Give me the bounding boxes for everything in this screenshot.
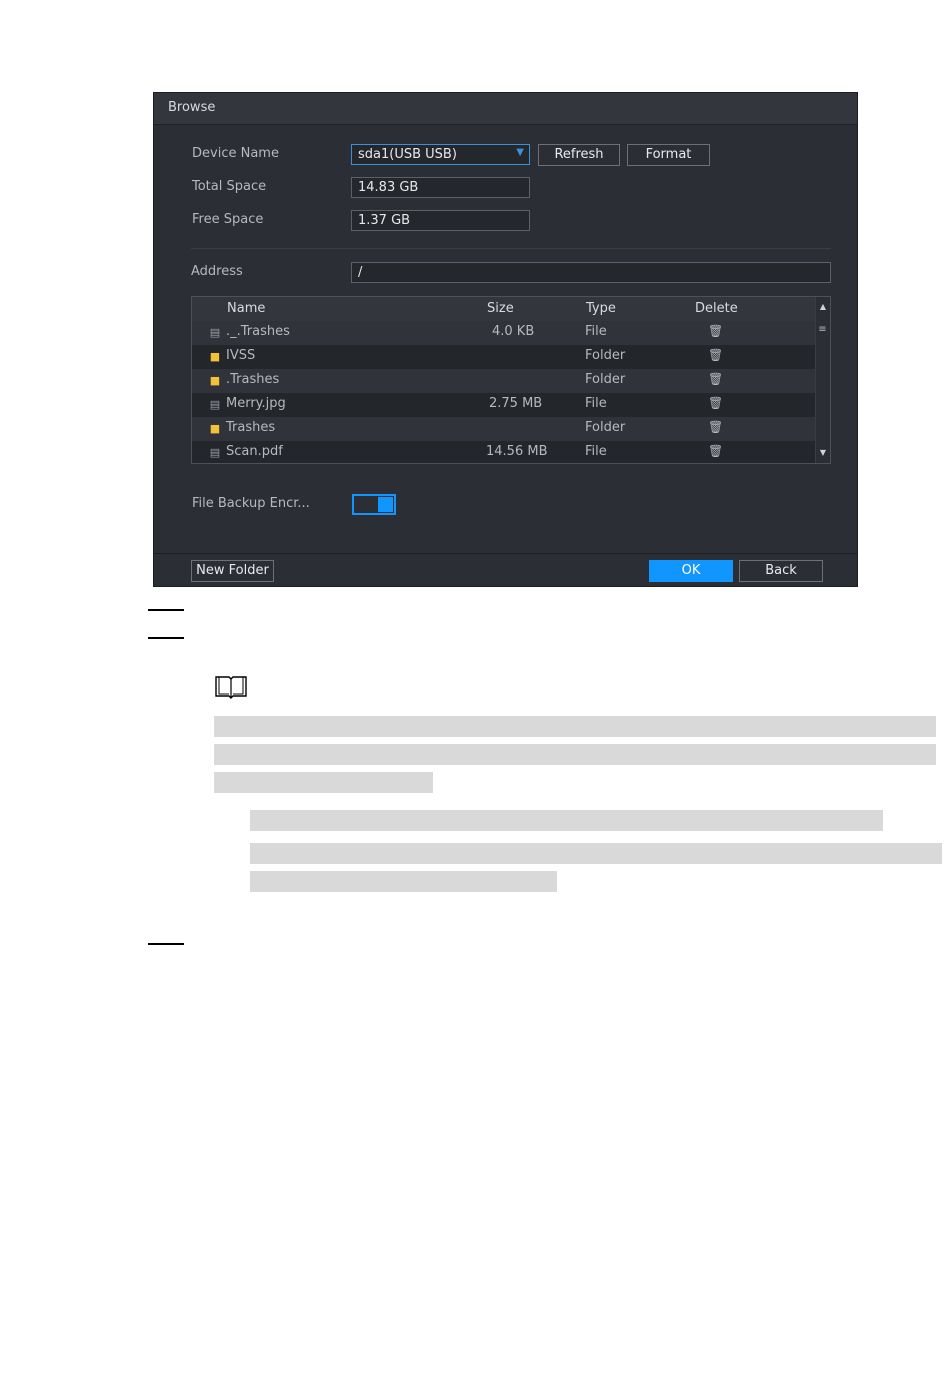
file-name: .Trashes — [226, 372, 280, 387]
trash-icon[interactable]: 🗑 — [708, 348, 723, 362]
total-space-label: Total Space — [192, 179, 267, 194]
refresh-button[interactable]: Refresh — [538, 144, 620, 166]
toggle-knob — [378, 497, 393, 512]
file-size: 2.75 MB — [489, 396, 543, 411]
table-row[interactable]: ■ IVSS Folder 🗑 — [192, 345, 817, 369]
encrypt-label: File Backup Encr... — [192, 496, 310, 511]
trash-icon[interactable]: 🗑 — [708, 420, 723, 434]
new-folder-button[interactable]: New Folder — [191, 560, 274, 582]
address-field[interactable]: / — [351, 262, 831, 283]
free-space-field: 1.37 GB — [351, 210, 530, 231]
chevron-down-icon: ▼ — [516, 147, 524, 158]
file-size: 4.0 KB — [492, 324, 535, 339]
column-delete: Delete — [695, 301, 738, 316]
folder-icon: ■ — [209, 374, 221, 387]
file-name: Scan.pdf — [226, 444, 283, 459]
file-size: 14.56 MB — [486, 444, 548, 459]
device-name-select[interactable]: sda1(USB USB) ▼ — [351, 144, 530, 165]
back-button[interactable]: Back — [739, 560, 823, 582]
file-icon: ▤ — [209, 446, 221, 459]
encrypt-toggle[interactable] — [352, 494, 396, 515]
redacted-text-block — [214, 772, 433, 793]
table-scrollbar[interactable]: ▲ ≡ ▼ — [815, 297, 830, 463]
column-size[interactable]: Size — [487, 301, 514, 316]
device-name-label: Device Name — [192, 146, 279, 161]
total-space-field: 14.83 GB — [351, 177, 530, 198]
address-label: Address — [191, 264, 243, 279]
trash-icon[interactable]: 🗑 — [708, 372, 723, 386]
table-row[interactable]: ▤ ._.Trashes 4.0 KB File 🗑 — [192, 321, 817, 345]
redacted-text-block — [250, 843, 942, 864]
file-type: Folder — [585, 348, 626, 363]
file-icon: ▤ — [209, 326, 221, 339]
table-header: Name Size Type Delete — [192, 297, 817, 321]
scroll-thumb[interactable]: ≡ — [818, 323, 827, 337]
column-name[interactable]: Name — [227, 301, 265, 316]
folder-icon: ■ — [209, 422, 221, 435]
dialog-title: Browse — [168, 100, 216, 115]
file-type: File — [585, 396, 607, 411]
file-icon: ▤ — [209, 398, 221, 411]
table-row[interactable]: ■ Trashes Folder 🗑 — [192, 417, 817, 441]
column-type[interactable]: Type — [586, 301, 616, 316]
device-name-value: sda1(USB USB) — [358, 147, 457, 162]
ok-button[interactable]: OK — [649, 560, 733, 582]
trash-icon[interactable]: 🗑 — [708, 396, 723, 410]
format-button[interactable]: Format — [627, 144, 710, 166]
browse-dialog: Browse Device Name sda1(USB USB) ▼ Refre… — [153, 92, 858, 587]
file-type: Folder — [585, 420, 626, 435]
table-row[interactable]: ▤ Scan.pdf 14.56 MB File 🗑 — [192, 441, 817, 463]
table-row[interactable]: ■ .Trashes Folder 🗑 — [192, 369, 817, 393]
trash-icon[interactable]: 🗑 — [708, 444, 723, 458]
redacted-text-block — [214, 716, 936, 737]
trash-icon[interactable]: 🗑 — [708, 324, 723, 338]
step-marker — [148, 943, 184, 945]
section-divider — [191, 248, 831, 249]
dialog-titlebar: Browse — [154, 93, 857, 125]
step-marker — [148, 637, 184, 639]
file-type: File — [585, 324, 607, 339]
footer-divider — [154, 553, 857, 554]
scroll-up-icon[interactable]: ▲ — [816, 300, 830, 314]
scroll-down-icon[interactable]: ▼ — [816, 446, 830, 460]
book-icon — [215, 676, 247, 699]
file-type: Folder — [585, 372, 626, 387]
file-name: Trashes — [226, 420, 276, 435]
file-name: IVSS — [226, 348, 256, 363]
redacted-text-block — [250, 871, 557, 892]
file-table: Name Size Type Delete ▤ ._.Trashes 4.0 K… — [191, 296, 831, 464]
step-marker — [148, 609, 184, 611]
folder-icon: ■ — [209, 350, 221, 363]
free-space-label: Free Space — [192, 212, 264, 227]
redacted-text-block — [250, 810, 883, 831]
file-name: Merry.jpg — [226, 396, 286, 411]
redacted-text-block — [214, 744, 936, 765]
table-row[interactable]: ▤ Merry.jpg 2.75 MB File 🗑 — [192, 393, 817, 417]
file-name: ._.Trashes — [226, 324, 290, 339]
file-type: File — [585, 444, 607, 459]
